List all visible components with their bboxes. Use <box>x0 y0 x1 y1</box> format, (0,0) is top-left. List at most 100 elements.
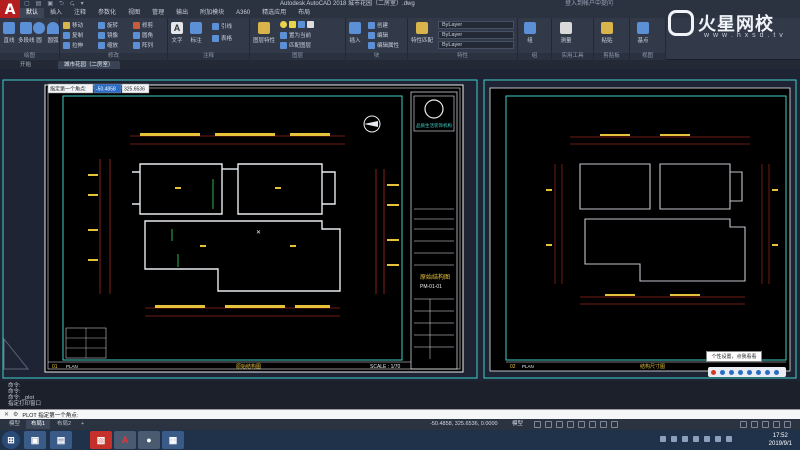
tab-addins[interactable]: 附加模块 <box>194 8 230 18</box>
stretch-tool[interactable]: 拉伸 <box>63 41 83 49</box>
layer-lightbulb-row[interactable] <box>280 21 314 28</box>
dimension-tool[interactable]: 标注 <box>190 22 202 44</box>
isolate-icon[interactable] <box>762 421 769 428</box>
mic-icon[interactable] <box>747 369 752 375</box>
tab-manage[interactable]: 管理 <box>146 8 170 18</box>
table-tool[interactable]: 表格 <box>212 34 232 42</box>
tray-network-icon[interactable] <box>660 436 666 442</box>
ortho-toggle-icon[interactable] <box>556 421 563 428</box>
properties-panel-label[interactable]: 特性 <box>408 53 517 60</box>
autocad-logo-button[interactable]: A <box>0 0 20 20</box>
block-panel-label[interactable]: 块 <box>346 53 407 60</box>
model-space-toggle[interactable]: 模型 <box>512 420 523 428</box>
customize-menu-icon[interactable] <box>784 421 791 428</box>
leader-tool[interactable]: 引线 <box>212 22 232 30</box>
status-coordinates[interactable]: -50.4858, 325.6536, 0.0000 <box>430 421 498 428</box>
command-line[interactable]: ✕ ⚙ PLOT 指定第一个角点: <box>0 409 800 419</box>
redo-icon[interactable]: ⮎ <box>70 0 75 8</box>
drawing-canvas[interactable]: 品质生活装饰机构 原始结构图 PM-01-01 01 PLAN 原始结构图 SC… <box>0 69 800 381</box>
tab-default[interactable]: 默认 <box>20 8 45 18</box>
new-file-icon[interactable]: ▢ <box>24 0 30 8</box>
modify-panel-label[interactable]: 修改 <box>60 53 167 60</box>
tab-layout[interactable]: 布局 <box>292 8 316 18</box>
comma-icon[interactable] <box>738 369 743 375</box>
notification-tooltip[interactable]: 个性设置，点我看看 <box>706 351 762 362</box>
tab-featured-apps[interactable]: 精选应用 <box>256 8 292 18</box>
polar-toggle-icon[interactable] <box>567 421 574 428</box>
taskbar-autocad-icon[interactable]: A <box>114 431 136 449</box>
edit-block-tool[interactable]: 编辑 <box>368 31 388 39</box>
move-tool[interactable]: 移动 <box>63 21 83 29</box>
tab-view[interactable]: 视图 <box>122 8 146 18</box>
clipboard-panel-label[interactable]: 剪贴板 <box>594 53 629 60</box>
match-layer-tool[interactable]: 匹配图层 <box>280 41 311 49</box>
save-file-icon[interactable]: ▣ <box>47 0 53 8</box>
color-dropdown[interactable]: ByLayer <box>438 21 514 29</box>
tray-app-icon[interactable] <box>715 436 721 442</box>
sign-in-box[interactable]: 登入到帐户中提问 <box>565 0 613 8</box>
tray-volume-icon[interactable] <box>671 436 677 442</box>
layout-tab-layout1[interactable]: 布局1 <box>26 420 51 429</box>
draw-panel-label[interactable]: 绘图 <box>0 53 59 60</box>
transparency-toggle-icon[interactable] <box>600 421 607 428</box>
view-panel-label[interactable]: 视图 <box>630 53 665 60</box>
tray-notify-icon[interactable] <box>726 436 732 442</box>
fillet-tool[interactable]: 圆角 <box>133 31 153 39</box>
group-tool[interactable]: 组 <box>524 22 536 44</box>
qat-dropdown-icon[interactable]: ▾ <box>81 0 84 8</box>
command-wrench-icon[interactable]: ⚙ <box>13 411 18 418</box>
edit-attributes-tool[interactable]: 编辑属性 <box>368 41 399 49</box>
lineweight-toggle-icon[interactable] <box>589 421 596 428</box>
paste-tool[interactable]: 粘贴 <box>601 22 613 44</box>
keyboard-icon[interactable] <box>756 369 761 375</box>
selection-cycle-icon[interactable] <box>611 421 618 428</box>
tray-language-icon[interactable] <box>704 436 710 442</box>
linetype-dropdown[interactable]: ByLayer <box>438 31 514 39</box>
fullscreen-icon[interactable] <box>773 421 780 428</box>
osnap-toggle-icon[interactable] <box>578 421 585 428</box>
file-tab-start[interactable]: 开始 <box>14 61 37 69</box>
arc-tool[interactable]: 圆弧 <box>47 22 59 44</box>
text-tool[interactable]: A 文字 <box>171 22 183 44</box>
line-tool[interactable]: 直线 <box>3 22 15 44</box>
system-clock[interactable]: 17:52 2019/9/1 <box>769 432 792 448</box>
workspace-icon[interactable] <box>751 421 758 428</box>
undo-icon[interactable]: ⮌ <box>59 0 64 8</box>
layout-tab-model[interactable]: 模型 <box>4 420 25 429</box>
match-properties-tool[interactable]: 特性匹配 <box>411 22 433 44</box>
taskbar-record-icon[interactable]: ● <box>138 431 160 449</box>
moon-icon[interactable] <box>729 369 734 375</box>
utilities-panel-label[interactable]: 实用工具 <box>552 53 593 60</box>
lineweight-dropdown[interactable]: ByLayer <box>438 41 514 49</box>
layer-properties-tool[interactable]: 图层特性 <box>253 22 275 44</box>
tray-input-icon[interactable] <box>682 436 688 442</box>
layers-panel-label[interactable]: 图层 <box>250 53 345 60</box>
user-icon[interactable] <box>765 369 770 375</box>
array-tool[interactable]: 阵列 <box>133 41 153 49</box>
s-logo-icon[interactable] <box>711 369 716 375</box>
grid-toggle-icon[interactable] <box>534 421 541 428</box>
taskbar-explorer-icon[interactable]: ▣ <box>24 431 46 449</box>
annotation-scale-icon[interactable] <box>740 421 747 428</box>
grid-icon[interactable] <box>774 369 779 375</box>
tab-annotate[interactable]: 注释 <box>68 8 92 18</box>
circle-tool[interactable]: 圆 <box>33 22 45 44</box>
create-block-tool[interactable]: 创建 <box>368 21 388 29</box>
rotate-tool[interactable]: 旋转 <box>98 21 118 29</box>
taskbar-pdf-icon[interactable]: ▧ <box>90 431 112 449</box>
layout-tab-layout2[interactable]: 布局2 <box>52 420 76 429</box>
tab-insert[interactable]: 插入 <box>44 8 68 18</box>
snap-toggle-icon[interactable] <box>545 421 552 428</box>
trim-tool[interactable]: 修剪 <box>133 21 153 29</box>
measure-tool[interactable]: 测量 <box>560 22 572 44</box>
tab-parametric[interactable]: 参数化 <box>92 8 122 18</box>
chinese-input-icon[interactable] <box>720 369 725 375</box>
annotation-panel-label[interactable]: 注释 <box>168 53 249 60</box>
groups-panel-label[interactable]: 组 <box>518 53 551 60</box>
tray-security-icon[interactable] <box>693 436 699 442</box>
scale-tool[interactable]: 缩放 <box>98 41 118 49</box>
command-close-icon[interactable]: ✕ <box>4 411 9 418</box>
make-current-tool[interactable]: 置为当前 <box>280 31 311 39</box>
start-button-icon[interactable]: ⊞ <box>2 431 20 449</box>
basepoint-tool[interactable]: 基点 <box>637 22 649 44</box>
